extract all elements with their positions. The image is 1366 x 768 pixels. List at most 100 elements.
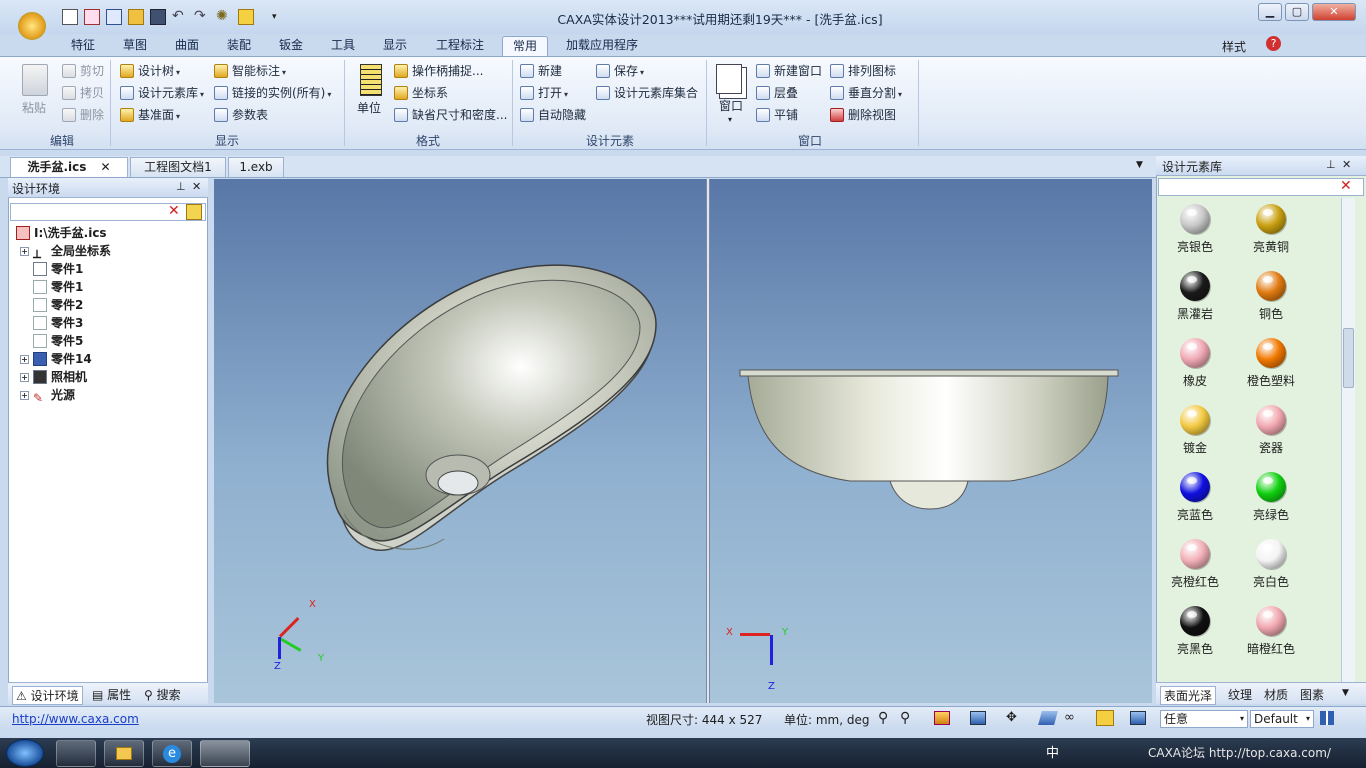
open-element-button[interactable]: 打开 ▾ bbox=[520, 83, 568, 103]
design-library-button[interactable]: 设计元素库 ▾ bbox=[120, 83, 204, 103]
minimize-button[interactable]: ▁ bbox=[1258, 3, 1282, 21]
tree-item[interactable]: + ⟂ 全局坐标系 bbox=[20, 242, 111, 261]
copy-button[interactable]: 拷贝 bbox=[62, 83, 104, 103]
open-icon[interactable] bbox=[84, 9, 100, 25]
tab-dimension[interactable]: 工程标注 bbox=[428, 36, 492, 56]
doc-tab-basin[interactable]: 洗手盆.ics ✕ bbox=[10, 157, 128, 177]
material-swatch[interactable]: 暗橙红色 bbox=[1236, 606, 1306, 657]
library-scrollbar[interactable] bbox=[1341, 198, 1355, 682]
close-tab-icon[interactable]: ✕ bbox=[100, 160, 110, 174]
help-icon[interactable]: ? bbox=[1266, 36, 1281, 51]
tree-root[interactable]: I:\洗手盆.ics bbox=[16, 224, 107, 242]
material-swatch[interactable]: 瓷器 bbox=[1236, 405, 1306, 456]
taskbar-caxa[interactable] bbox=[200, 740, 250, 767]
tab-feature[interactable]: 特征 bbox=[62, 36, 104, 56]
delete-button[interactable]: 删除 bbox=[62, 105, 104, 125]
tile-button[interactable]: 平铺 bbox=[756, 105, 798, 125]
pin-icon[interactable]: ⊥ bbox=[176, 180, 186, 193]
zoom-icon[interactable]: ⚲ bbox=[878, 710, 888, 726]
tree-item[interactable]: 零件1 bbox=[33, 278, 83, 296]
tab-assembly[interactable]: 装配 bbox=[218, 36, 260, 56]
selection-filter-select[interactable]: 任意 ▾ bbox=[1160, 710, 1248, 728]
tab-search[interactable]: ⚲ 搜索 bbox=[144, 686, 181, 703]
save-element-button[interactable]: 保存 ▾ bbox=[596, 61, 644, 81]
delete-view-button[interactable]: 删除视图 bbox=[830, 105, 896, 125]
datum-plane-button[interactable]: 基准面 ▾ bbox=[120, 105, 180, 125]
material-swatch[interactable]: 亮橙红色 bbox=[1160, 539, 1230, 590]
tree-item[interactable]: 零件1 bbox=[33, 260, 83, 278]
design-tree-icon[interactable] bbox=[238, 9, 254, 25]
save-icon[interactable] bbox=[150, 9, 166, 25]
param-table-button[interactable]: 参数表 bbox=[214, 105, 268, 125]
filter-options-icon[interactable] bbox=[186, 204, 202, 220]
library-search-input[interactable] bbox=[1158, 178, 1364, 196]
expand-icon[interactable]: + bbox=[20, 373, 29, 382]
window-button[interactable]: 窗口 bbox=[719, 96, 743, 116]
paste-button[interactable]: 粘贴 bbox=[22, 98, 46, 118]
tree-item[interactable]: 零件3 bbox=[33, 314, 83, 332]
tab-sketch[interactable]: 草图 bbox=[114, 36, 156, 56]
tab-sheetmetal[interactable]: 钣金 bbox=[270, 36, 312, 56]
library-set-button[interactable]: 设计元素库集合 bbox=[596, 83, 698, 103]
viewport-3d[interactable]: X Y Z bbox=[214, 179, 706, 703]
window-dropdown-icon[interactable]: ▾ bbox=[728, 115, 732, 124]
clear-search-icon[interactable]: ✕ bbox=[1340, 178, 1352, 194]
import-icon[interactable] bbox=[106, 9, 122, 25]
tree-item[interactable]: + 零件14 bbox=[20, 350, 92, 368]
material-swatch[interactable]: 亮银色 bbox=[1160, 204, 1230, 255]
material-swatch[interactable]: 铜色 bbox=[1236, 271, 1306, 322]
tab-material[interactable]: 材质 bbox=[1264, 686, 1288, 703]
linked-instances-button[interactable]: 链接的实例(所有) ▾ bbox=[214, 83, 331, 103]
material-swatch[interactable]: 亮白色 bbox=[1236, 539, 1306, 590]
ime-indicator[interactable]: 中 bbox=[1046, 742, 1059, 761]
tab-display[interactable]: 显示 bbox=[374, 36, 416, 56]
paste-icon[interactable] bbox=[22, 64, 48, 96]
qa-dropdown-icon[interactable]: ▾ bbox=[272, 12, 277, 22]
tree-item[interactable]: + 照相机 bbox=[20, 368, 87, 386]
tab-list-dropdown-icon[interactable]: ▼ bbox=[1136, 160, 1143, 170]
tab-surface-gloss[interactable]: 表面光泽 bbox=[1160, 686, 1217, 705]
tab-primitives[interactable]: 图素 bbox=[1300, 686, 1324, 703]
material-swatch[interactable]: 橡皮 bbox=[1160, 338, 1230, 389]
tab-common[interactable]: 常用 bbox=[502, 36, 548, 56]
window-stack-icon[interactable] bbox=[716, 64, 742, 94]
ruler-icon[interactable] bbox=[360, 64, 382, 96]
arrange-icons-button[interactable]: 排列图标 bbox=[830, 61, 896, 81]
tab-addins[interactable]: 加载应用程序 bbox=[560, 36, 644, 56]
tree-item[interactable]: 零件5 bbox=[33, 332, 83, 350]
viewport-3d-side[interactable]: X Y Z bbox=[710, 179, 1152, 703]
taskbar-browser[interactable]: e bbox=[152, 740, 192, 767]
close-panel-icon[interactable]: ✕ bbox=[192, 180, 201, 193]
material-swatch[interactable]: 黑灌岩 bbox=[1160, 271, 1230, 322]
view-cube-icon[interactable] bbox=[970, 711, 986, 725]
gear-icon[interactable]: ✺ bbox=[216, 9, 232, 25]
move-icon[interactable]: ✥ bbox=[1006, 710, 1017, 725]
expand-icon[interactable]: + bbox=[20, 247, 29, 256]
tab-texture[interactable]: 纹理 bbox=[1228, 686, 1252, 703]
tab-design-environment[interactable]: ⚠ 设计环境 bbox=[12, 686, 83, 705]
new-element-button[interactable]: 新建 bbox=[520, 61, 562, 81]
clear-filter-icon[interactable]: ✕ bbox=[168, 203, 180, 219]
pin-icon[interactable]: ⊥ bbox=[1326, 158, 1336, 171]
material-swatch[interactable]: 亮蓝色 bbox=[1160, 472, 1230, 523]
app-logo[interactable] bbox=[18, 12, 46, 40]
render-mode-icon[interactable] bbox=[934, 711, 950, 725]
taskbar-app-1[interactable] bbox=[56, 740, 96, 767]
design-tree-button[interactable]: 设计树 ▾ bbox=[120, 61, 180, 81]
material-swatch[interactable]: 亮黑色 bbox=[1160, 606, 1230, 657]
coord-button[interactable]: 坐标系 bbox=[394, 83, 448, 103]
material-swatch[interactable]: 亮黄铜 bbox=[1236, 204, 1306, 255]
display-box-icon[interactable] bbox=[1096, 710, 1114, 726]
tree-item[interactable]: + ✎ 光源 bbox=[20, 386, 75, 405]
taskbar-explorer[interactable] bbox=[104, 740, 144, 767]
new-window-button[interactable]: 新建窗口 bbox=[756, 61, 822, 81]
tabs-dropdown-icon[interactable]: ▼ bbox=[1342, 688, 1349, 698]
redo-icon[interactable]: ↷ bbox=[194, 9, 210, 25]
vertical-split-button[interactable]: 垂直分割 ▾ bbox=[830, 83, 902, 103]
material-swatch[interactable]: 镀金 bbox=[1160, 405, 1230, 456]
style-select[interactable]: Default ▾ bbox=[1250, 710, 1314, 728]
tab-properties[interactable]: ▤ 属性 bbox=[92, 686, 131, 703]
zoom-window-icon[interactable]: ⚲ bbox=[900, 710, 910, 726]
handle-snap-button[interactable]: 操作柄捕捉... bbox=[394, 61, 483, 81]
close-button[interactable]: ✕ bbox=[1312, 3, 1356, 21]
